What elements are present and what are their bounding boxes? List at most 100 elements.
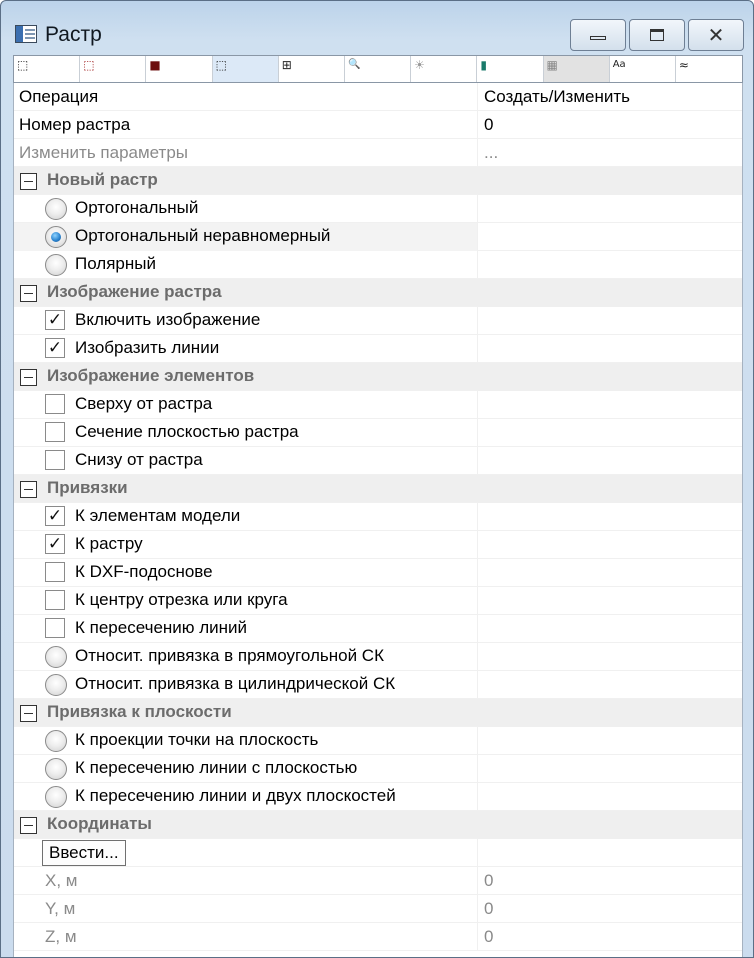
checkbox-checked[interactable]: ✓ bbox=[45, 534, 65, 554]
option-label: Включить изображение bbox=[75, 310, 261, 329]
option-section-plane[interactable]: Сечение плоскостью растра bbox=[14, 419, 742, 447]
collapse-icon[interactable] bbox=[20, 369, 37, 386]
option-orthogonal-uneven[interactable]: Ортогональный неравномерный bbox=[14, 223, 742, 251]
category-title: Координаты bbox=[47, 814, 152, 833]
radio-button[interactable] bbox=[45, 198, 67, 220]
radio-button[interactable] bbox=[45, 730, 67, 752]
cube-dark-red-icon: ■ bbox=[149, 58, 161, 72]
option-snap-center[interactable]: К центру отрезка или круга bbox=[14, 587, 742, 615]
option-snap-raster[interactable]: ✓ К растру bbox=[14, 531, 742, 559]
option-polar[interactable]: Полярный bbox=[14, 251, 742, 279]
tool-button-6[interactable]: 🔍 bbox=[345, 56, 412, 82]
ellipsis-button[interactable]: ... bbox=[484, 143, 498, 163]
tool-button-1[interactable]: ⬚ bbox=[14, 56, 81, 82]
option-plane-projection[interactable]: К проекции точки на плоскость bbox=[14, 727, 742, 755]
category-coordinates[interactable]: Координаты bbox=[14, 811, 742, 839]
minimize-icon bbox=[590, 36, 606, 40]
checkbox-checked[interactable]: ✓ bbox=[45, 338, 65, 358]
font-size-icon: Aa bbox=[612, 59, 626, 70]
text-style-icon: ≈ bbox=[678, 58, 689, 72]
category-title: Привязки bbox=[47, 478, 128, 497]
collapse-icon[interactable] bbox=[20, 285, 37, 302]
radio-button-selected[interactable] bbox=[45, 226, 67, 248]
tool-button-3[interactable]: ■ bbox=[146, 56, 213, 82]
checkbox-checked[interactable]: ✓ bbox=[45, 506, 65, 526]
option-plane-two-planes[interactable]: К пересечению линии и двух плоскостей bbox=[14, 783, 742, 811]
option-snap-cyl-cs[interactable]: Относит. привязка в цилиндрической СК bbox=[14, 671, 742, 699]
tool-button-11[interactable]: ≈ bbox=[676, 56, 742, 82]
window-title: Растр bbox=[45, 23, 102, 46]
tool-button-5[interactable]: ⊞ bbox=[279, 56, 345, 82]
tool-button-10[interactable]: Aa bbox=[610, 56, 676, 82]
checkbox[interactable] bbox=[45, 394, 65, 414]
radio-button[interactable] bbox=[45, 254, 67, 276]
checkbox[interactable] bbox=[45, 450, 65, 470]
collapse-icon[interactable] bbox=[20, 817, 37, 834]
option-snap-model[interactable]: ✓ К элементам модели bbox=[14, 503, 742, 531]
option-label: Ортогональный bbox=[75, 198, 199, 217]
radio-button[interactable] bbox=[45, 758, 67, 780]
prop-value[interactable]: 0 bbox=[484, 115, 493, 135]
option-above-raster[interactable]: Сверху от растра bbox=[14, 391, 742, 419]
coord-row-z[interactable]: Z, м 0 bbox=[14, 923, 742, 951]
option-label: К центру отрезка или круга bbox=[75, 590, 288, 609]
checkbox[interactable] bbox=[45, 562, 65, 582]
tool-button-2[interactable]: ⬚ bbox=[80, 56, 147, 82]
prop-row-params[interactable]: Изменить параметры ... bbox=[14, 139, 742, 167]
category-title: Привязка к плоскости bbox=[47, 702, 232, 721]
category-new-raster[interactable]: Новый растр bbox=[14, 167, 742, 195]
radio-button[interactable] bbox=[45, 786, 67, 808]
close-icon: ✕ bbox=[707, 23, 725, 47]
category-snaps[interactable]: Привязки bbox=[14, 475, 742, 503]
collapse-icon[interactable] bbox=[20, 173, 37, 190]
category-raster-display[interactable]: Изображение растра bbox=[14, 279, 742, 307]
option-orthogonal[interactable]: Ортогональный bbox=[14, 195, 742, 223]
title-bar[interactable]: Растр ✕ bbox=[1, 1, 753, 55]
coord-value[interactable]: 0 bbox=[484, 899, 493, 919]
collapse-icon[interactable] bbox=[20, 481, 37, 498]
checkbox-checked[interactable]: ✓ bbox=[45, 310, 65, 330]
checkbox[interactable] bbox=[45, 618, 65, 638]
radio-button[interactable] bbox=[45, 674, 67, 696]
option-label: К элементам модели bbox=[75, 506, 241, 525]
coord-row-y[interactable]: Y, м 0 bbox=[14, 895, 742, 923]
tool-button-4[interactable]: ⬚ bbox=[212, 56, 279, 82]
option-snap-rect-cs[interactable]: Относит. привязка в прямоугольной СК bbox=[14, 643, 742, 671]
tool-button-9[interactable]: ▦ bbox=[543, 56, 610, 82]
prop-row-number[interactable]: Номер растра 0 bbox=[14, 111, 742, 139]
option-plane-line-intersection[interactable]: К пересечению линии с плоскостью bbox=[14, 755, 742, 783]
category-plane-snap[interactable]: Привязка к плоскости bbox=[14, 699, 742, 727]
prop-row-operation[interactable]: Операция Создать/Изменить bbox=[14, 83, 742, 111]
prop-value[interactable]: Создать/Изменить bbox=[484, 87, 630, 107]
minimize-button[interactable] bbox=[570, 19, 626, 51]
option-snap-intersection[interactable]: К пересечению линий bbox=[14, 615, 742, 643]
maximize-icon bbox=[650, 29, 664, 41]
collapse-icon[interactable] bbox=[20, 705, 37, 722]
checkbox[interactable] bbox=[45, 590, 65, 610]
close-button[interactable]: ✕ bbox=[688, 19, 744, 51]
maximize-button[interactable] bbox=[629, 19, 685, 51]
property-toolbar: ⬚ ⬚ ■ ⬚ ⊞ 🔍 ☀ ▮ ▦ Aa ≈ bbox=[13, 55, 743, 83]
coord-row-x[interactable]: X, м 0 bbox=[14, 867, 742, 895]
coord-value[interactable]: 0 bbox=[484, 871, 493, 891]
option-label: Сверху от растра bbox=[75, 394, 213, 413]
option-label: Снизу от растра bbox=[75, 450, 203, 469]
tool-button-8[interactable]: ▮ bbox=[477, 56, 544, 82]
option-snap-dxf[interactable]: К DXF-подоснове bbox=[14, 559, 742, 587]
option-show-lines[interactable]: ✓ Изобразить линии bbox=[14, 335, 742, 363]
option-label: Полярный bbox=[75, 254, 156, 273]
database-icon: ▮ bbox=[480, 58, 487, 72]
tool-button-7[interactable]: ☀ bbox=[411, 56, 478, 82]
category-elements-display[interactable]: Изображение элементов bbox=[14, 363, 742, 391]
enter-coordinates-button[interactable]: Ввести... bbox=[42, 840, 126, 866]
checkbox[interactable] bbox=[45, 422, 65, 442]
lightbulb-icon: ☀ bbox=[414, 58, 425, 72]
coord-value[interactable]: 0 bbox=[484, 927, 493, 947]
radio-button[interactable] bbox=[45, 646, 67, 668]
option-label: К пересечению линии с плоскостью bbox=[75, 758, 358, 777]
option-enable-display[interactable]: ✓ Включить изображение bbox=[14, 307, 742, 335]
cube-outline-icon: ⬚ bbox=[17, 58, 29, 72]
option-below-raster[interactable]: Снизу от растра bbox=[14, 447, 742, 475]
prop-label: Номер растра bbox=[19, 115, 131, 134]
cube-red-outline-icon: ⬚ bbox=[83, 58, 95, 72]
